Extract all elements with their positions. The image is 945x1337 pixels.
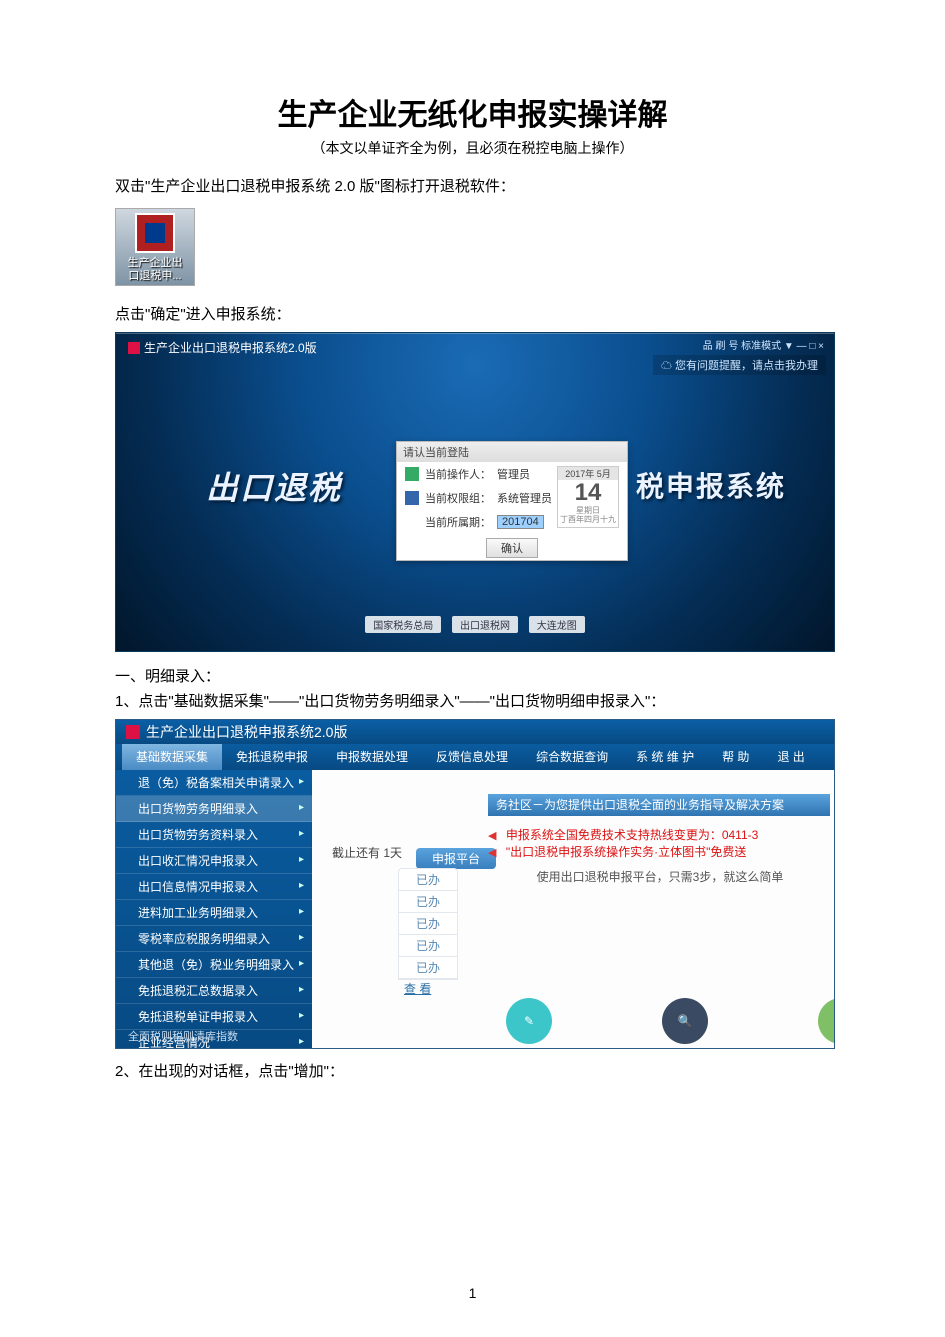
page-number: 1 bbox=[0, 1285, 945, 1301]
action-credit-label: 信用 bbox=[818, 1048, 835, 1049]
done-badge: 已办 bbox=[399, 869, 457, 891]
done-badge: 已办 bbox=[399, 957, 457, 979]
side-item[interactable]: 其他退（免）税业务明细录入▸ bbox=[116, 952, 312, 978]
menu-query[interactable]: 综合数据查询 bbox=[522, 744, 622, 770]
announcement-red-1: 申报系统全国免费技术支持热线变更为：0411-3 bbox=[506, 828, 758, 842]
menu-declare-process[interactable]: 申报数据处理 bbox=[322, 744, 422, 770]
side-item[interactable]: 出口信息情况申报录入▸ bbox=[116, 874, 312, 900]
desktop-app-icon[interactable]: 生产企业出 口退税申... bbox=[115, 208, 195, 286]
calendar-widget: 2017年 5月 14 星期日 丁酉年四月十九 bbox=[557, 466, 619, 528]
app-logo-icon bbox=[126, 725, 140, 739]
announcement-red-2: "出口退税申报系统操作实务·立体图书"免费送 bbox=[506, 845, 747, 859]
tab-platform[interactable]: 申报平台 bbox=[416, 848, 496, 869]
doc-title: 生产企业无纸化申报实操详解 bbox=[115, 90, 830, 134]
action-activate-label: 云激活 bbox=[662, 1048, 708, 1049]
app-icon-label: 生产企业出 口退税申... bbox=[120, 257, 190, 283]
menu-basic-data[interactable]: 基础数据采集 bbox=[122, 744, 222, 770]
window-title-2-text: 生产企业出口退税申报系统2.0版 bbox=[146, 720, 347, 744]
role-value: 系统管理员 bbox=[497, 490, 552, 506]
app-icon-image bbox=[135, 213, 175, 253]
bullet-icon: ◀ bbox=[488, 847, 496, 859]
done-badge: 已办 bbox=[399, 913, 457, 935]
login-header: 请认当前登陆 bbox=[397, 442, 627, 462]
operator-value: 管理员 bbox=[497, 466, 530, 482]
footer-link-2[interactable]: 出口退税网 bbox=[452, 616, 518, 633]
section-1-heading: 一、明细录入： bbox=[115, 666, 830, 688]
side-nav: 退（免）税备案相关申请录入▸ 出口货物劳务明细录入▸ 出口货物劳务资料录入▸ 出… bbox=[116, 770, 312, 1048]
announcement-grey: 使用出口退税申报平台，只需3步，就这么简单 bbox=[488, 868, 832, 885]
side-item[interactable]: 免抵退税单证申报录入▸ bbox=[116, 1004, 312, 1030]
window-title: 生产企业出口退税申报系统2.0版 bbox=[128, 339, 317, 356]
footer-link-3[interactable]: 大连龙图 bbox=[529, 616, 585, 633]
screenshot-login: 生产企业出口退税申报系统2.0版 品 刷 号 标准模式 ▼ — □ × ☁ 您有… bbox=[115, 332, 835, 652]
user-icon bbox=[405, 467, 419, 481]
side-item[interactable]: 退（免）税备案相关申请录入▸ bbox=[116, 770, 312, 796]
footer-links: 国家税务总局 出口退税网 大连龙图 bbox=[116, 616, 834, 633]
side-bottom-text: 全面税则税则清库指数 bbox=[128, 1028, 238, 1044]
confirm-button[interactable]: 确认 bbox=[486, 538, 538, 558]
info-area: ◀ 申报系统全国免费技术支持热线变更为：0411-3 ◀ "出口退税申报系统操作… bbox=[488, 826, 832, 885]
group-icon bbox=[405, 491, 419, 505]
role-label: 当前权限组： bbox=[425, 490, 491, 506]
action-backup-label: 单机数据备份 bbox=[506, 1048, 552, 1049]
brand-logo-left: 出口退税 bbox=[206, 463, 342, 509]
step-2-text: 2、在出现的对话框，点击"增加"： bbox=[115, 1061, 830, 1083]
action-credit[interactable]: 📄 信用 bbox=[818, 998, 835, 1049]
side-item[interactable]: 免抵退税汇总数据录入▸ bbox=[116, 978, 312, 1004]
screenshot-menu: 生产企业出口退税申报系统2.0版 基础数据采集 免抵退税申报 申报数据处理 反馈… bbox=[115, 719, 835, 1049]
side-item[interactable]: 零税率应税服务明细录入▸ bbox=[116, 926, 312, 952]
done-badge: 已办 bbox=[399, 891, 457, 913]
deadline-text: 截止还有 1天 bbox=[332, 844, 402, 861]
main-panel: 务社区－为您提供出口退税全面的业务指导及解决方案 截止还有 1天 申报平台 ◀ … bbox=[312, 770, 834, 1048]
side-item[interactable]: 出口货物劳务明细录入▸ bbox=[116, 796, 312, 822]
doc-icon: 📄 bbox=[818, 998, 835, 1044]
menu-maintain[interactable]: 系 统 维 护 bbox=[622, 744, 708, 770]
menu-feedback[interactable]: 反馈信息处理 bbox=[422, 744, 522, 770]
action-backup[interactable]: ✎ 单机数据备份 bbox=[506, 998, 552, 1049]
done-list: 已办 已办 已办 已办 已办 bbox=[398, 868, 458, 980]
period-label: 当前所属期： bbox=[425, 514, 491, 530]
side-item[interactable]: 出口货物劳务资料录入▸ bbox=[116, 822, 312, 848]
login-dialog: 请认当前登陆 当前操作人： 管理员 当前权限组： 系统管理员 当前所属期： 20… bbox=[396, 441, 628, 561]
footer-link-1[interactable]: 国家税务总局 bbox=[365, 616, 441, 633]
operator-label: 当前操作人： bbox=[425, 466, 491, 482]
side-item[interactable]: 出口收汇情况申报录入▸ bbox=[116, 848, 312, 874]
paragraph-click-confirm: 点击"确定"进入申报系统： bbox=[115, 304, 830, 326]
period-input[interactable]: 201704 bbox=[497, 515, 544, 529]
calendar-weekday: 星期日 bbox=[558, 506, 618, 515]
step-1-text: 1、点击"基础数据采集"——"出口货物劳务明细录入"——"出口货物明细申报录入"… bbox=[115, 690, 830, 711]
calendar-day: 14 bbox=[558, 480, 618, 506]
top-banner[interactable]: 务社区－为您提供出口退税全面的业务指导及解决方案 bbox=[488, 794, 830, 816]
menu-help[interactable]: 帮 助 bbox=[708, 744, 763, 770]
side-item[interactable]: 进料加工业务明细录入▸ bbox=[116, 900, 312, 926]
edit-icon: ✎ bbox=[506, 998, 552, 1044]
menu-exempt-refund[interactable]: 免抵退税申报 bbox=[222, 744, 322, 770]
main-menu-bar: 基础数据采集 免抵退税申报 申报数据处理 反馈信息处理 综合数据查询 系 统 维… bbox=[116, 744, 834, 770]
search-icon: 🔍 bbox=[662, 998, 708, 1044]
notice-bar[interactable]: ☁ 您有问题提醒，请点击我办理 bbox=[653, 355, 826, 375]
app-logo-icon bbox=[128, 342, 140, 354]
calendar-lunar: 丁酉年四月十九 bbox=[558, 515, 618, 524]
lookup-link[interactable]: 查 看 bbox=[404, 980, 431, 997]
doc-subtitle: （本文以单证齐全为例，且必须在税控电脑上操作） bbox=[115, 138, 830, 158]
menu-exit[interactable]: 退 出 bbox=[763, 744, 818, 770]
window-controls[interactable]: 品 刷 号 标准模式 ▼ — □ × bbox=[703, 337, 824, 352]
action-activate[interactable]: 🔍 云激活 bbox=[662, 998, 708, 1049]
window-title-2: 生产企业出口退税申报系统2.0版 bbox=[116, 720, 834, 744]
paragraph-open-software: 双击"生产企业出口退税申报系统 2.0 版"图标打开退税软件： bbox=[115, 176, 830, 198]
done-badge: 已办 bbox=[399, 935, 457, 957]
bullet-icon: ◀ bbox=[488, 830, 496, 842]
window-title-text: 生产企业出口退税申报系统2.0版 bbox=[144, 339, 317, 356]
brand-logo-right: 税申报系统 bbox=[636, 465, 786, 505]
